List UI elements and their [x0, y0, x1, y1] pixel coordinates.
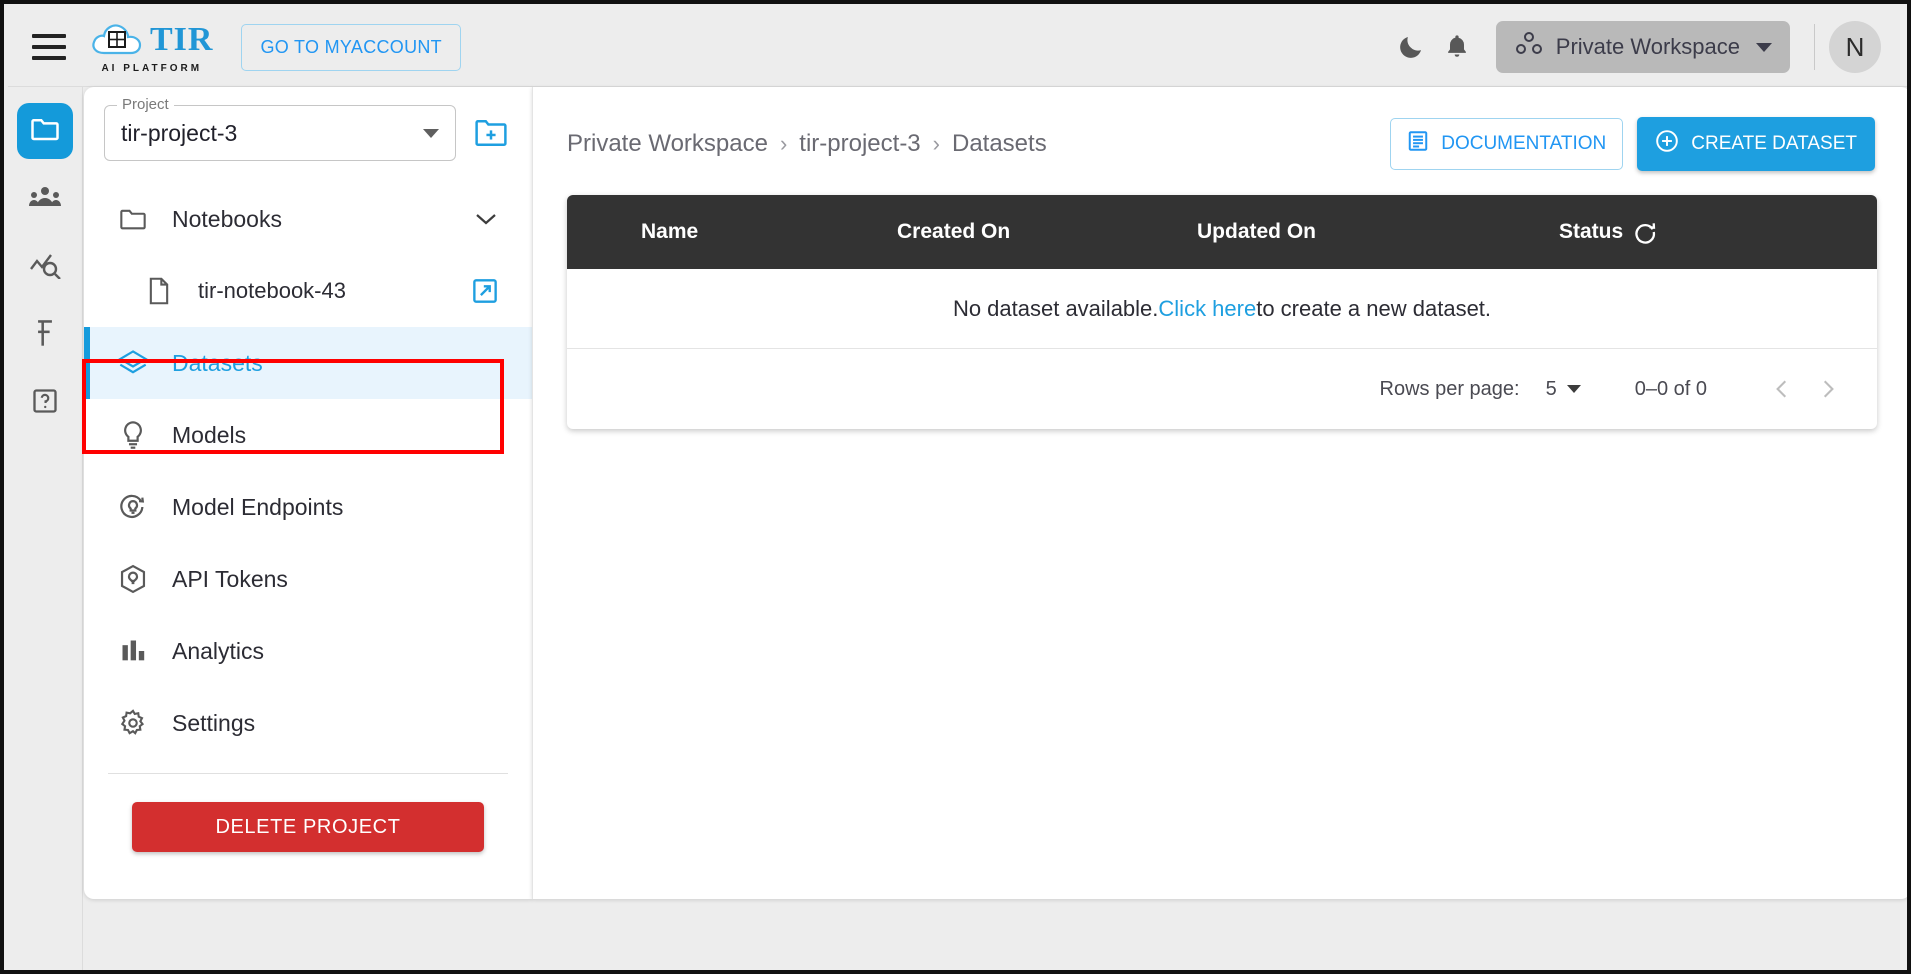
- sidebar-item-label: Models: [172, 421, 247, 448]
- help-question-icon: [31, 387, 59, 420]
- rail-item-billing[interactable]: [17, 307, 73, 363]
- workspace-label: Private Workspace: [1555, 34, 1740, 59]
- empty-state-link[interactable]: Click here: [1158, 296, 1256, 322]
- sidebar-item-model-endpoints[interactable]: Model Endpoints: [84, 471, 532, 543]
- layers-icon: [118, 348, 148, 378]
- people-group-icon: [29, 184, 61, 215]
- delete-project-button[interactable]: DELETE PROJECT: [132, 802, 484, 852]
- rows-per-page-value: 5: [1545, 377, 1557, 400]
- external-link-icon[interactable]: [472, 278, 498, 304]
- rail-item-projects[interactable]: [17, 103, 73, 159]
- rail-item-help[interactable]: [17, 375, 73, 431]
- new-folder-icon[interactable]: [470, 112, 512, 154]
- sidebar-item-models[interactable]: Models: [84, 399, 532, 471]
- project-sidebar: Project tir-project-3 Notebooks tir-note…: [84, 87, 532, 899]
- avatar[interactable]: N: [1829, 21, 1881, 73]
- workspace-selector[interactable]: Private Workspace: [1495, 21, 1790, 73]
- sidebar-item-analytics[interactable]: Analytics: [84, 615, 532, 687]
- content-header: Private Workspace › tir-project-3 › Data…: [533, 87, 1907, 171]
- sidebar-item-label: API Tokens: [172, 565, 288, 592]
- gear-icon: [118, 708, 148, 738]
- sidebar-item-tir-notebook-43[interactable]: tir-notebook-43: [84, 255, 532, 327]
- project-select[interactable]: Project tir-project-3: [104, 96, 456, 161]
- document-icon: [1407, 130, 1429, 158]
- sidebar-item-notebooks[interactable]: Notebooks: [84, 183, 532, 255]
- file-icon: [144, 276, 174, 306]
- sidebar-item-label: tir-notebook-43: [198, 278, 346, 303]
- analytics-search-icon: [29, 251, 61, 284]
- bell-icon[interactable]: [1434, 24, 1480, 70]
- rows-per-page-select[interactable]: 5: [1546, 378, 1581, 401]
- bar-chart-icon: [118, 636, 148, 666]
- empty-state-prefix: No dataset available.: [952, 295, 1159, 321]
- table-pagination: Rows per page: 5 0–0 of 0: [567, 349, 1877, 429]
- breadcrumb-workspace[interactable]: Private Workspace: [567, 130, 768, 158]
- plus-circle-icon: [1655, 129, 1679, 159]
- workspace-group-icon: [1514, 31, 1544, 63]
- logo-subtitle: AI PLATFORM: [101, 63, 203, 74]
- sidebar-item-label: Datasets: [172, 349, 263, 376]
- breadcrumb-current: Datasets: [951, 130, 1047, 157]
- empty-state-suffix: to create a new dataset.: [1256, 295, 1492, 321]
- next-page-button[interactable]: [1805, 366, 1851, 412]
- moon-icon[interactable]: [1388, 24, 1434, 70]
- tir-logo: TIR AI PLATFORM: [90, 20, 213, 74]
- cloud-logo-icon: [90, 20, 144, 60]
- project-selector-row: Project tir-project-3: [84, 96, 532, 161]
- create-dataset-button[interactable]: CREATE DATASET: [1637, 117, 1875, 171]
- column-header-updated-on: Updated On: [1197, 220, 1316, 243]
- chevron-down-icon: [1756, 42, 1772, 52]
- go-to-myaccount-button[interactable]: GO TO MYACCOUNT: [241, 23, 461, 71]
- rail-item-team[interactable]: [17, 171, 73, 227]
- bulb-icon: [118, 420, 148, 450]
- rail-item-monitoring[interactable]: [17, 239, 73, 295]
- documentation-label: DOCUMENTATION: [1441, 133, 1607, 154]
- top-app-bar: TIR AI PLATFORM GO TO MYACCOUNT Private …: [8, 8, 1907, 87]
- sidebar-item-label: Notebooks: [172, 205, 282, 232]
- cube-icon: [118, 564, 148, 594]
- folder-outline-icon: [118, 204, 148, 234]
- chevron-down-icon[interactable]: [474, 206, 498, 233]
- sidebar-item-label: Settings: [172, 709, 256, 736]
- documentation-button[interactable]: DOCUMENTATION: [1390, 118, 1624, 170]
- project-select-value: tir-project-3: [121, 119, 238, 146]
- previous-page-button[interactable]: [1759, 366, 1805, 412]
- rows-per-page-label: Rows per page:: [1379, 377, 1520, 400]
- endpoint-icon: [118, 492, 148, 522]
- sidebar-item-label: Model Endpoints: [172, 493, 344, 520]
- main-content: Private Workspace › tir-project-3 › Data…: [532, 87, 1907, 899]
- topbar-divider: [1814, 24, 1815, 70]
- breadcrumb: Private Workspace › tir-project-3 › Data…: [567, 130, 1047, 158]
- app-window: TIR AI PLATFORM GO TO MYACCOUNT Private …: [0, 0, 1911, 974]
- breadcrumb-project[interactable]: tir-project-3: [799, 130, 920, 158]
- breadcrumb-separator: ›: [779, 131, 788, 156]
- column-header-name: Name: [641, 220, 699, 243]
- datasets-table: Name Created On Updated On Status No dat…: [567, 195, 1877, 429]
- column-header-status: Status: [1527, 220, 1877, 244]
- refresh-icon[interactable]: [1633, 220, 1657, 244]
- column-header-status-label: Status: [1559, 220, 1624, 243]
- empty-state-row: No dataset available. Click here to crea…: [567, 269, 1877, 349]
- sidebar-item-label: Analytics: [172, 637, 265, 664]
- sidebar-item-settings[interactable]: Settings: [84, 687, 532, 759]
- table-header-row: Name Created On Updated On Status: [567, 195, 1877, 269]
- create-dataset-label: CREATE DATASET: [1691, 133, 1857, 154]
- folder-icon: [30, 116, 60, 147]
- hamburger-menu-icon[interactable]: [32, 34, 66, 60]
- column-header-created-on: Created On: [897, 220, 1011, 243]
- pagination-range: 0–0 of 0: [1634, 377, 1707, 400]
- sidebar-item-api-tokens[interactable]: API Tokens: [84, 543, 532, 615]
- logo-wordmark: TIR: [150, 21, 214, 58]
- rupee-icon: [32, 318, 58, 353]
- project-select-legend: Project: [117, 96, 174, 113]
- sidebar-divider: [108, 773, 508, 774]
- chevron-down-icon: [1566, 385, 1581, 393]
- icon-rail: [8, 87, 83, 970]
- chevron-down-icon: [423, 128, 439, 138]
- sidebar-item-datasets[interactable]: Datasets: [84, 327, 532, 399]
- breadcrumb-separator: ›: [932, 131, 940, 156]
- project-nav-list: Notebooks tir-notebook-43 Datasets Model…: [84, 183, 532, 852]
